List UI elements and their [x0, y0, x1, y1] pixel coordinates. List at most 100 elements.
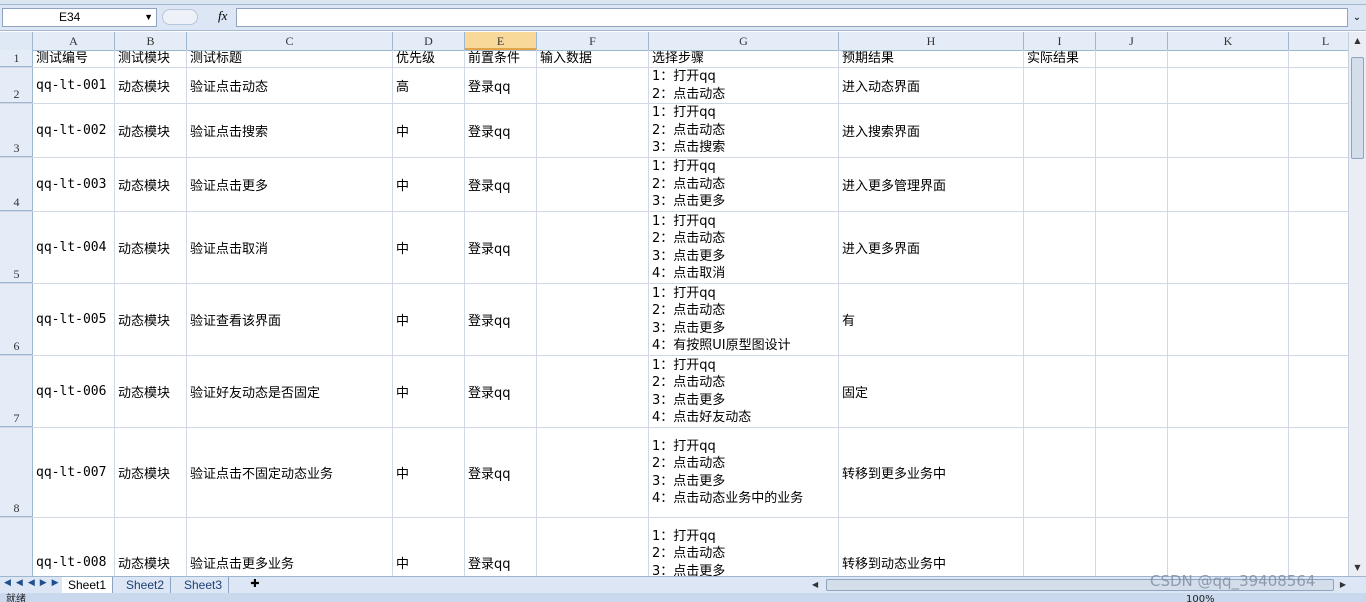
column-header-j[interactable]: J [1096, 32, 1168, 50]
cell-i7[interactable] [1024, 356, 1096, 427]
cell-k4[interactable] [1168, 158, 1289, 211]
cell-g4[interactable]: 1：打开qq 2：点击动态 3：点击更多 [649, 158, 839, 211]
cell-k9[interactable] [1168, 518, 1289, 576]
scroll-up-icon[interactable]: ▲ [1351, 34, 1364, 47]
formula-input[interactable] [236, 8, 1348, 27]
cell-b4[interactable]: 动态模块 [115, 158, 187, 211]
vertical-scroll-thumb[interactable] [1351, 57, 1364, 159]
cell-c2[interactable]: 验证点击动态 [187, 68, 393, 103]
cell-e2[interactable]: 登录qq [465, 68, 537, 103]
cell-c6[interactable]: 验证查看该界面 [187, 284, 393, 355]
header-cell-e[interactable]: 前置条件 [465, 50, 537, 67]
cell-d8[interactable]: 中 [393, 428, 465, 517]
expand-formula-bar-icon[interactable]: ⌄ [1350, 9, 1364, 26]
header-cell-d[interactable]: 优先级 [393, 50, 465, 67]
name-box[interactable]: E34 ▼ [2, 8, 157, 27]
cell-f3[interactable] [537, 104, 649, 157]
cell-g5[interactable]: 1：打开qq 2：点击动态 3：点击更多 4：点击取消 [649, 212, 839, 283]
cell-d6[interactable]: 中 [393, 284, 465, 355]
cell-f8[interactable] [537, 428, 649, 517]
cell-h2[interactable]: 进入动态界面 [839, 68, 1024, 103]
cell-k6[interactable] [1168, 284, 1289, 355]
header-cell-i[interactable]: 实际结果 [1024, 50, 1096, 67]
cell-a9[interactable]: qq-lt-008 [33, 518, 115, 576]
cell-c9[interactable]: 验证点击更多业务 [187, 518, 393, 576]
cell-l3[interactable] [1289, 104, 1348, 157]
sheet-tab-3[interactable]: Sheet3 [178, 577, 230, 593]
cell-a5[interactable]: qq-lt-004 [33, 212, 115, 283]
cell-k3[interactable] [1168, 104, 1289, 157]
cell-a6[interactable]: qq-lt-005 [33, 284, 115, 355]
header-cell-a[interactable]: 测试编号 [33, 50, 115, 67]
cell-a8[interactable]: qq-lt-007 [33, 428, 115, 517]
cell-c5[interactable]: 验证点击取消 [187, 212, 393, 283]
cell-l6[interactable] [1289, 284, 1348, 355]
cell-l8[interactable] [1289, 428, 1348, 517]
insert-function-button[interactable]: fx [218, 8, 227, 24]
cell-i2[interactable] [1024, 68, 1096, 103]
row-header[interactable]: 7 [0, 356, 33, 427]
cell-e6[interactable]: 登录qq [465, 284, 537, 355]
cell-l4[interactable] [1289, 158, 1348, 211]
select-all-corner[interactable] [0, 32, 33, 50]
cell-a4[interactable]: qq-lt-003 [33, 158, 115, 211]
cell-d2[interactable]: 高 [393, 68, 465, 103]
cell-j9[interactable] [1096, 518, 1168, 576]
cell-l9[interactable] [1289, 518, 1348, 576]
cell-h4[interactable]: 进入更多管理界面 [839, 158, 1024, 211]
cell-h9[interactable]: 转移到动态业务中 [839, 518, 1024, 576]
cell-c8[interactable]: 验证点击不固定动态业务 [187, 428, 393, 517]
cell-i9[interactable] [1024, 518, 1096, 576]
header-cell-l[interactable] [1289, 50, 1348, 67]
cell-e3[interactable]: 登录qq [465, 104, 537, 157]
row-header[interactable]: 1 [0, 50, 33, 67]
cell-g6[interactable]: 1：打开qq 2：点击动态 3：点击更多 4：有按照UI原型图设计 [649, 284, 839, 355]
cell-b7[interactable]: 动态模块 [115, 356, 187, 427]
cell-h6[interactable]: 有 [839, 284, 1024, 355]
cell-e8[interactable]: 登录qq [465, 428, 537, 517]
cell-f6[interactable] [537, 284, 649, 355]
cell-k2[interactable] [1168, 68, 1289, 103]
cell-h3[interactable]: 进入搜索界面 [839, 104, 1024, 157]
cell-k5[interactable] [1168, 212, 1289, 283]
header-cell-j[interactable] [1096, 50, 1168, 67]
zoom-level[interactable]: 100% [1186, 593, 1215, 602]
cell-d5[interactable]: 中 [393, 212, 465, 283]
formula-cancel-enter-icon[interactable] [162, 9, 198, 25]
cell-b6[interactable]: 动态模块 [115, 284, 187, 355]
cell-h5[interactable]: 进入更多界面 [839, 212, 1024, 283]
cell-d4[interactable]: 中 [393, 158, 465, 211]
header-cell-f[interactable]: 输入数据 [537, 50, 649, 67]
cell-f7[interactable] [537, 356, 649, 427]
cell-i6[interactable] [1024, 284, 1096, 355]
cell-j3[interactable] [1096, 104, 1168, 157]
cell-e9[interactable]: 登录qq [465, 518, 537, 576]
column-header-f[interactable]: F [537, 32, 649, 50]
cell-e7[interactable]: 登录qq [465, 356, 537, 427]
cell-c4[interactable]: 验证点击更多 [187, 158, 393, 211]
cell-h7[interactable]: 固定 [839, 356, 1024, 427]
spreadsheet-grid[interactable]: ABCDEFGHIJKL 1 测试编号 测试模块 测试标题 优先级 前置条件 输入数据 选择步… [0, 32, 1348, 576]
sheet-nav-arrows-icon[interactable]: ◀◀◀▶▶ [4, 578, 64, 588]
column-header-a[interactable]: A [33, 32, 115, 50]
row-header[interactable]: 5 [0, 212, 33, 283]
header-cell-c[interactable]: 测试标题 [187, 50, 393, 67]
cell-g2[interactable]: 1：打开qq 2：点击动态 [649, 68, 839, 103]
column-header-g[interactable]: G [649, 32, 839, 50]
cell-l7[interactable] [1289, 356, 1348, 427]
cell-g9[interactable]: 1：打开qq2：点击动态3：点击更多4：点击更多业务中的业务 [649, 518, 839, 576]
cell-e5[interactable]: 登录qq [465, 212, 537, 283]
cell-j7[interactable] [1096, 356, 1168, 427]
cell-f2[interactable] [537, 68, 649, 103]
cell-j8[interactable] [1096, 428, 1168, 517]
cell-j5[interactable] [1096, 212, 1168, 283]
cell-b9[interactable]: 动态模块 [115, 518, 187, 576]
cell-i5[interactable] [1024, 212, 1096, 283]
cell-b5[interactable]: 动态模块 [115, 212, 187, 283]
cell-j6[interactable] [1096, 284, 1168, 355]
header-cell-g[interactable]: 选择步骤 [649, 50, 839, 67]
cell-a7[interactable]: qq-lt-006 [33, 356, 115, 427]
column-header-k[interactable]: K [1168, 32, 1289, 50]
row-header[interactable]: 4 [0, 158, 33, 211]
header-cell-h[interactable]: 预期结果 [839, 50, 1024, 67]
